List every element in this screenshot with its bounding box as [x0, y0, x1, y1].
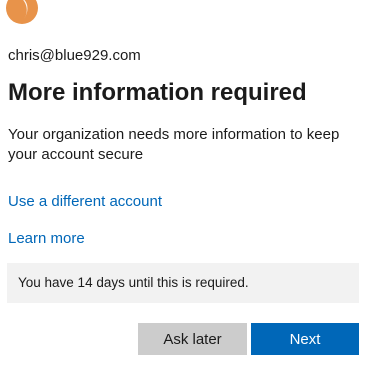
org-logo-icon [6, 0, 38, 24]
page-title: More information required [8, 79, 307, 106]
use-different-account-link[interactable]: Use a different account [8, 193, 162, 210]
account-email: chris@blue929.com [8, 47, 141, 64]
deadline-notice: You have 14 days until this is required. [7, 263, 359, 303]
next-button[interactable]: Next [251, 323, 359, 355]
page-description: Your organization needs more information… [8, 126, 340, 163]
ask-later-button[interactable]: Ask later [138, 323, 247, 355]
learn-more-link[interactable]: Learn more [8, 230, 85, 247]
